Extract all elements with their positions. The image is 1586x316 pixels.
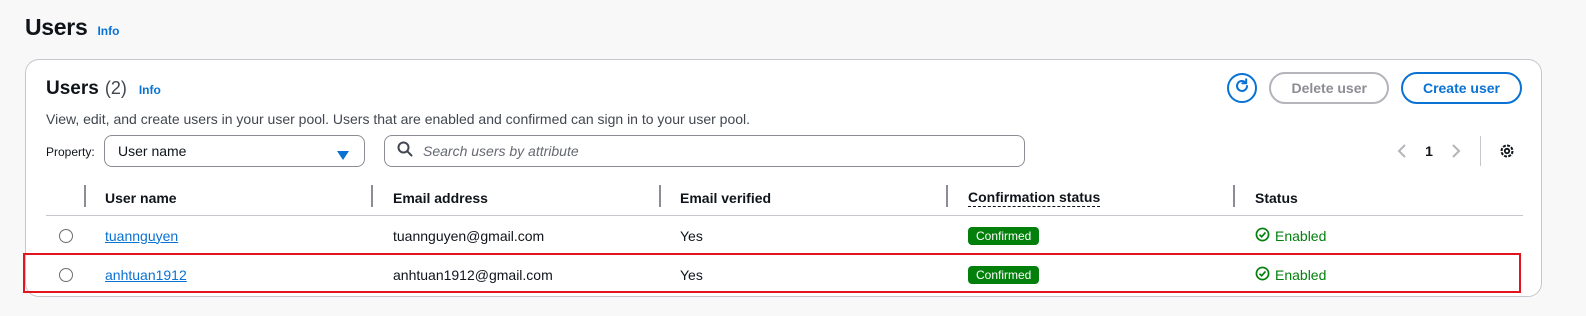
status-text: Enabled bbox=[1275, 266, 1327, 283]
confirmation-status-badge: Confirmed bbox=[968, 265, 1040, 284]
email-verified-cell: Yes bbox=[680, 227, 703, 244]
container-header: Users (2) Info bbox=[46, 78, 161, 100]
user-name-link[interactable]: anhtuan1912 bbox=[105, 267, 187, 283]
header-actions: Delete user Create user bbox=[1227, 72, 1522, 104]
radio-circle[interactable] bbox=[59, 267, 73, 282]
refresh-button[interactable] bbox=[1227, 73, 1258, 103]
page-header: Users Info bbox=[25, 14, 119, 41]
column-separator bbox=[659, 185, 661, 207]
column-separator bbox=[84, 185, 86, 207]
page-number[interactable]: 1 bbox=[1416, 143, 1442, 159]
col-header-user-name[interactable]: User name bbox=[105, 181, 177, 215]
users-container: Users (2) Info View, edit, and create us… bbox=[25, 59, 1542, 297]
page-title: Users bbox=[25, 14, 88, 40]
email-verified-cell: Yes bbox=[680, 266, 703, 283]
col-header-status[interactable]: Status bbox=[1255, 181, 1298, 215]
delete-user-button[interactable]: Delete user bbox=[1269, 72, 1389, 104]
pagination: 1 bbox=[1388, 135, 1521, 167]
search-icon bbox=[397, 141, 413, 162]
status-cell: Enabled bbox=[1255, 255, 1326, 294]
user-count: (2) bbox=[104, 78, 127, 98]
column-separator bbox=[946, 185, 948, 207]
email-cell: tuannguyen@gmail.com bbox=[393, 227, 545, 244]
column-separator bbox=[1233, 185, 1235, 207]
previous-page-icon[interactable] bbox=[1388, 143, 1416, 159]
container-description: View, edit, and create users in your use… bbox=[46, 111, 751, 127]
container-info-link[interactable]: Info bbox=[139, 83, 161, 97]
col-header-email-address[interactable]: Email address bbox=[393, 181, 488, 215]
table-header: User name Email address Email verified C… bbox=[46, 181, 1523, 216]
caret-down-icon bbox=[337, 147, 349, 163]
property-label: Property: bbox=[46, 145, 95, 159]
row-select-radio[interactable] bbox=[59, 255, 73, 294]
settings-gear-icon[interactable] bbox=[1493, 142, 1521, 160]
col-header-confirmation-status[interactable]: Confirmation status bbox=[968, 181, 1101, 215]
page-info-link[interactable]: Info bbox=[97, 24, 119, 38]
status-text: Enabled bbox=[1275, 227, 1327, 244]
column-separator bbox=[371, 185, 373, 207]
table-row[interactable]: anhtuan1912 anhtuan1912@gmail.com Yes Co… bbox=[46, 255, 1523, 294]
email-cell: anhtuan1912@gmail.com bbox=[393, 266, 553, 283]
pager-divider bbox=[1480, 136, 1481, 166]
row-select-radio[interactable] bbox=[59, 216, 73, 255]
user-name-link[interactable]: tuannguyen bbox=[105, 228, 178, 244]
check-circle-icon bbox=[1255, 266, 1270, 284]
confirmation-status-badge: Confirmed bbox=[968, 226, 1040, 245]
table-row[interactable]: tuannguyen tuannguyen@gmail.com Yes Conf… bbox=[46, 216, 1523, 255]
search-placeholder: Search users by attribute bbox=[423, 143, 579, 159]
check-circle-icon bbox=[1255, 227, 1270, 245]
status-cell: Enabled bbox=[1255, 216, 1326, 255]
create-user-button[interactable]: Create user bbox=[1400, 72, 1522, 104]
refresh-icon bbox=[1234, 77, 1250, 99]
next-page-icon[interactable] bbox=[1442, 143, 1470, 159]
col-header-email-verified[interactable]: Email verified bbox=[680, 181, 771, 215]
container-title: Users bbox=[46, 78, 99, 99]
property-select-value: User name bbox=[118, 143, 187, 159]
radio-circle[interactable] bbox=[59, 228, 73, 243]
property-select[interactable]: User name bbox=[104, 135, 365, 167]
confirmation-status-label: Confirmation status bbox=[968, 189, 1101, 207]
search-input[interactable]: Search users by attribute bbox=[384, 135, 1025, 167]
